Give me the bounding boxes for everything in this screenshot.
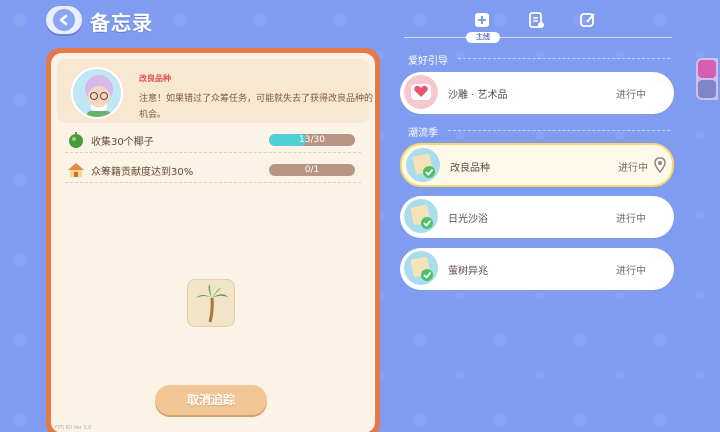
search-icon[interactable] — [698, 60, 716, 78]
map-check-icon — [404, 199, 438, 233]
task-row: 众筹籍贡献度达到30% 0/1 — [65, 157, 361, 183]
reward-item[interactable] — [187, 279, 235, 327]
quest-card-title: 日光沙浴 — [448, 214, 488, 225]
section-divider — [448, 130, 670, 131]
quest-header: 改良品种 注意！如果错过了众筹任务，可能就失去了获得改良品种的机会。 — [57, 59, 373, 123]
tab-notes[interactable] — [522, 6, 550, 34]
quest-description: 注意！如果错过了众筹任务，可能就失去了获得改良品种的机会。 — [139, 94, 374, 120]
heart-icon — [404, 75, 438, 109]
tab-underline — [404, 37, 672, 38]
map-check-icon — [406, 148, 440, 182]
npc-avatar — [71, 67, 123, 119]
page-title: 备忘录 — [90, 11, 153, 35]
section-divider — [458, 58, 670, 59]
tab-achievements[interactable] — [574, 6, 602, 34]
section-title: 潮流季 — [408, 128, 438, 139]
map-check-icon — [404, 251, 438, 285]
task-row: 收集30个椰子 13/30 — [65, 127, 361, 153]
quest-detail-panel: 改良品种 注意！如果错过了众筹任务，可能就失去了获得改良品种的机会。 收集30个… — [46, 48, 380, 432]
cancel-tracking-button[interactable]: 取消追踪 — [155, 385, 267, 415]
quest-card-title: 改良品种 — [450, 163, 490, 174]
sparkle-icon[interactable] — [698, 80, 716, 98]
clipboard-icon — [529, 12, 544, 28]
task-progress-text: 0/1 — [304, 165, 320, 175]
quest-card-firefly-tree[interactable]: 萤树异兆 进行中 — [400, 248, 674, 290]
back-arrow-icon — [53, 9, 75, 31]
quest-detail-inner: 改良品种 注意！如果错过了众筹任务，可能就失去了获得改良品种的机会。 收集30个… — [51, 53, 375, 432]
quest-card-status: 进行中 — [616, 266, 646, 277]
task-label: 众筹籍贡献度达到30% — [91, 167, 194, 178]
pencil-note-icon — [580, 13, 595, 27]
task-progress-bar: 0/1 — [269, 164, 355, 176]
task-progress-text: 13/30 — [299, 135, 325, 145]
task-progress-bar: 13/30 — [269, 134, 355, 146]
main-quest-icon — [475, 13, 489, 27]
section-title: 爱好引导 — [408, 56, 448, 67]
quest-card-title: 萤树异兆 — [448, 266, 488, 277]
debug-overlay-text: FPS 60 Ver 1.0 — [55, 425, 92, 431]
quest-card-status: 进行中 — [616, 90, 646, 101]
quest-card-title: 沙雕 · 艺术品 — [448, 90, 508, 101]
palm-tree-icon — [196, 284, 228, 323]
quest-name: 改良品种 — [139, 74, 171, 83]
quest-card-sculpture[interactable]: 沙雕 · 艺术品 进行中 — [400, 72, 674, 114]
quest-card-sunbath[interactable]: 日光沙浴 进行中 — [400, 196, 674, 238]
location-pin-icon — [654, 157, 666, 174]
back-button[interactable] — [46, 6, 82, 34]
house-icon — [67, 161, 85, 179]
tab-main-quest[interactable] — [468, 6, 496, 34]
coconut-icon — [67, 131, 85, 149]
quest-card-status: 进行中 — [618, 163, 648, 174]
task-label: 收集30个椰子 — [91, 137, 154, 148]
side-button-group — [696, 58, 718, 100]
quest-card-improved-breed[interactable]: 改良品种 进行中 — [400, 143, 674, 187]
quest-card-status: 进行中 — [616, 214, 646, 225]
